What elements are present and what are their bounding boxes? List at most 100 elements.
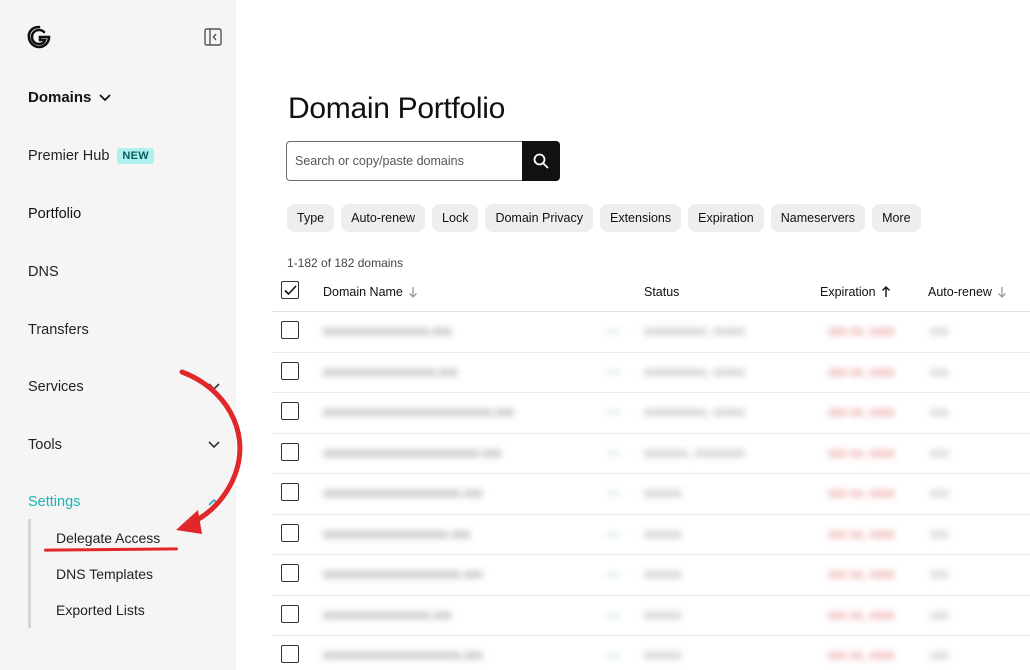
check-icon [283, 284, 297, 295]
row-checkbox[interactable] [281, 361, 299, 380]
domain-count: 1-182 of 182 domains [287, 256, 404, 270]
column-status[interactable]: Status [644, 285, 679, 299]
table-header: Domain Name Status Expiration Auto-renew [272, 278, 1030, 312]
select-all-checkbox[interactable] [281, 281, 299, 299]
domain-table-body: xxxxxxxxxxxxxxxxx.xxx — xxxxxxxxxx, xxxx… [272, 312, 1030, 670]
row-checkbox[interactable] [281, 523, 299, 542]
collapse-sidebar-icon[interactable] [204, 28, 222, 46]
blurred-auto-renew: xxx [930, 405, 949, 419]
blurred-expiration: xxx xx, xxxx [828, 648, 895, 662]
nav-transfers-label: Transfers [28, 322, 89, 338]
sort-up-icon [881, 286, 890, 297]
blurred-status: xxxxxx [644, 648, 682, 662]
nav-services-label: Services [28, 379, 84, 395]
submenu-dns-templates[interactable]: DNS Templates [56, 566, 153, 582]
row-checkbox[interactable] [281, 442, 299, 461]
column-domain-name-label: Domain Name [323, 285, 403, 299]
table-row[interactable]: xxxxxxxxxxxxxxxxxxxxxxxxxxx.xxx — xxxxxx… [272, 393, 1030, 434]
row-checkbox[interactable] [281, 604, 299, 623]
nav-portfolio[interactable]: Portfolio [28, 206, 81, 222]
blurred-auto-renew: xxx [930, 445, 949, 460]
chevron-down-icon [208, 383, 220, 391]
search-bar [286, 141, 560, 181]
blurred-expiration: xxx xx, xxxx [828, 324, 895, 338]
search-input[interactable] [286, 141, 522, 181]
filter-domain-privacy[interactable]: Domain Privacy [485, 204, 593, 232]
submenu-delegate-access[interactable]: Delegate Access [56, 530, 160, 546]
row-checkbox[interactable] [281, 321, 299, 339]
blurred-expiration: xxx xx, xxxx [828, 526, 895, 541]
row-checkbox[interactable] [281, 564, 299, 582]
blurred-status: xxxxxx [644, 607, 682, 622]
row-checkbox[interactable] [281, 645, 299, 663]
filter-nameservers[interactable]: Nameservers [770, 204, 866, 232]
table-row[interactable]: xxxxxxxxxxxxxxxxxxxxxx.xxx — xxxxxx xxx … [272, 555, 1030, 596]
blurred-auto-renew: xxx [930, 324, 949, 338]
table-row[interactable]: xxxxxxxxxxxxxxxxxxxxxx.xxx — xxxxxx xxx … [272, 636, 1030, 670]
blurred-status: xxxxxxxxxx, xxxxx [644, 364, 745, 379]
table-row[interactable]: xxxxxxxxxxxxxxxxx.xxx — xxxxxxxxxx, xxxx… [272, 312, 1030, 353]
search-button[interactable] [522, 141, 560, 181]
blurred-expiration: xxx xx, xxxx [828, 486, 895, 500]
blurred-auto-renew: xxx [930, 567, 949, 581]
blurred-status-indicator: — [607, 607, 620, 622]
sort-down-icon [997, 287, 1006, 298]
sidebar: Domains Premier Hub NEW Portfolio DNS Tr… [0, 0, 236, 670]
blurred-auto-renew: xxx [930, 648, 949, 662]
new-badge: NEW [117, 148, 154, 164]
nav-tools-label: Tools [28, 437, 62, 453]
row-checkbox[interactable] [281, 402, 299, 420]
nav-portfolio-label: Portfolio [28, 206, 82, 222]
table-row[interactable]: xxxxxxxxxxxxxxxxxx.xxx — xxxxxxxxxx, xxx… [272, 353, 1030, 393]
blurred-domain-name: xxxxxxxxxxxxxxxxxx.xxx [323, 364, 458, 379]
blurred-expiration: xxx xx, xxxx [828, 607, 895, 622]
blurred-status-indicator: — [607, 526, 620, 541]
nav-transfers[interactable]: Transfers [28, 322, 89, 338]
blurred-domain-name: xxxxxxxxxxxxxxxxxxxxxx.xxx [323, 486, 483, 500]
table-row[interactable]: xxxxxxxxxxxxxxxxx.xxx — xxxxxx xxx xx, x… [272, 596, 1030, 636]
blurred-domain-name: xxxxxxxxxxxxxxxxxxxxxx.xxx [323, 648, 483, 662]
table-row[interactable]: xxxxxxxxxxxxxxxxxxxxxx.xxx — xxxxxx xxx … [272, 474, 1030, 515]
blurred-status: xxxxxxxxxx, xxxxx [644, 405, 745, 419]
blurred-status: xxxxxx [644, 486, 682, 500]
nav-tools[interactable]: Tools [28, 437, 220, 453]
column-domain-name[interactable]: Domain Name [323, 285, 418, 299]
column-expiration[interactable]: Expiration [820, 285, 891, 299]
blurred-expiration: xxx xx, xxxx [828, 405, 895, 419]
filter-chips: Type Auto-renew Lock Domain Privacy Exte… [287, 204, 921, 232]
blurred-domain-name: xxxxxxxxxxxxxxxxx.xxx [323, 324, 452, 338]
column-status-label: Status [644, 285, 680, 299]
nav-domains-label: Domains [28, 89, 92, 106]
blurred-auto-renew: xxx [930, 526, 949, 541]
table-row[interactable]: xxxxxxxxxxxxxxxxxxxx.xxx — xxxxxx xxx xx… [272, 515, 1030, 555]
nav-premier-hub[interactable]: Premier Hub NEW [28, 148, 154, 164]
row-checkbox[interactable] [281, 483, 299, 501]
nav-settings-label: Settings [28, 494, 81, 510]
filter-lock[interactable]: Lock [432, 204, 479, 232]
blurred-domain-name: xxxxxxxxxxxxxxxxxxxx.xxx [323, 526, 471, 541]
filter-extensions[interactable]: Extensions [599, 204, 682, 232]
filter-type[interactable]: Type [287, 204, 335, 232]
blurred-status: xxxxxx [644, 567, 682, 581]
blurred-status-indicator: — [607, 364, 620, 379]
filter-auto-renew[interactable]: Auto-renew [341, 204, 426, 232]
filter-expiration[interactable]: Expiration [688, 204, 764, 232]
submenu-exported-lists[interactable]: Exported Lists [56, 602, 145, 618]
blurred-status-indicator: — [607, 486, 620, 500]
column-auto-renew-label: Auto-renew [928, 285, 992, 299]
godaddy-logo-icon[interactable] [26, 24, 52, 50]
blurred-status: xxxxxxx, xxxxxxxx [644, 445, 745, 460]
column-expiration-label: Expiration [820, 285, 876, 299]
column-auto-renew[interactable]: Auto-renew [928, 285, 1007, 299]
filter-more[interactable]: More [872, 204, 921, 232]
nav-dns[interactable]: DNS [28, 264, 59, 280]
blurred-status: xxxxxx [644, 526, 682, 541]
page-title: Domain Portfolio [288, 92, 505, 125]
nav-services[interactable]: Services [28, 379, 220, 395]
blurred-domain-name: xxxxxxxxxxxxxxxxxxxxxxxxxxx.xxx [323, 405, 514, 419]
table-row[interactable]: xxxxxxxxxxxxxxxxxxxxxxxxx.xxx — xxxxxxx,… [272, 434, 1030, 474]
nav-settings[interactable]: Settings [28, 494, 220, 510]
blurred-status-indicator: — [607, 648, 620, 662]
nav-domains[interactable]: Domains [28, 89, 111, 106]
blurred-expiration: xxx xx, xxxx [828, 445, 895, 460]
